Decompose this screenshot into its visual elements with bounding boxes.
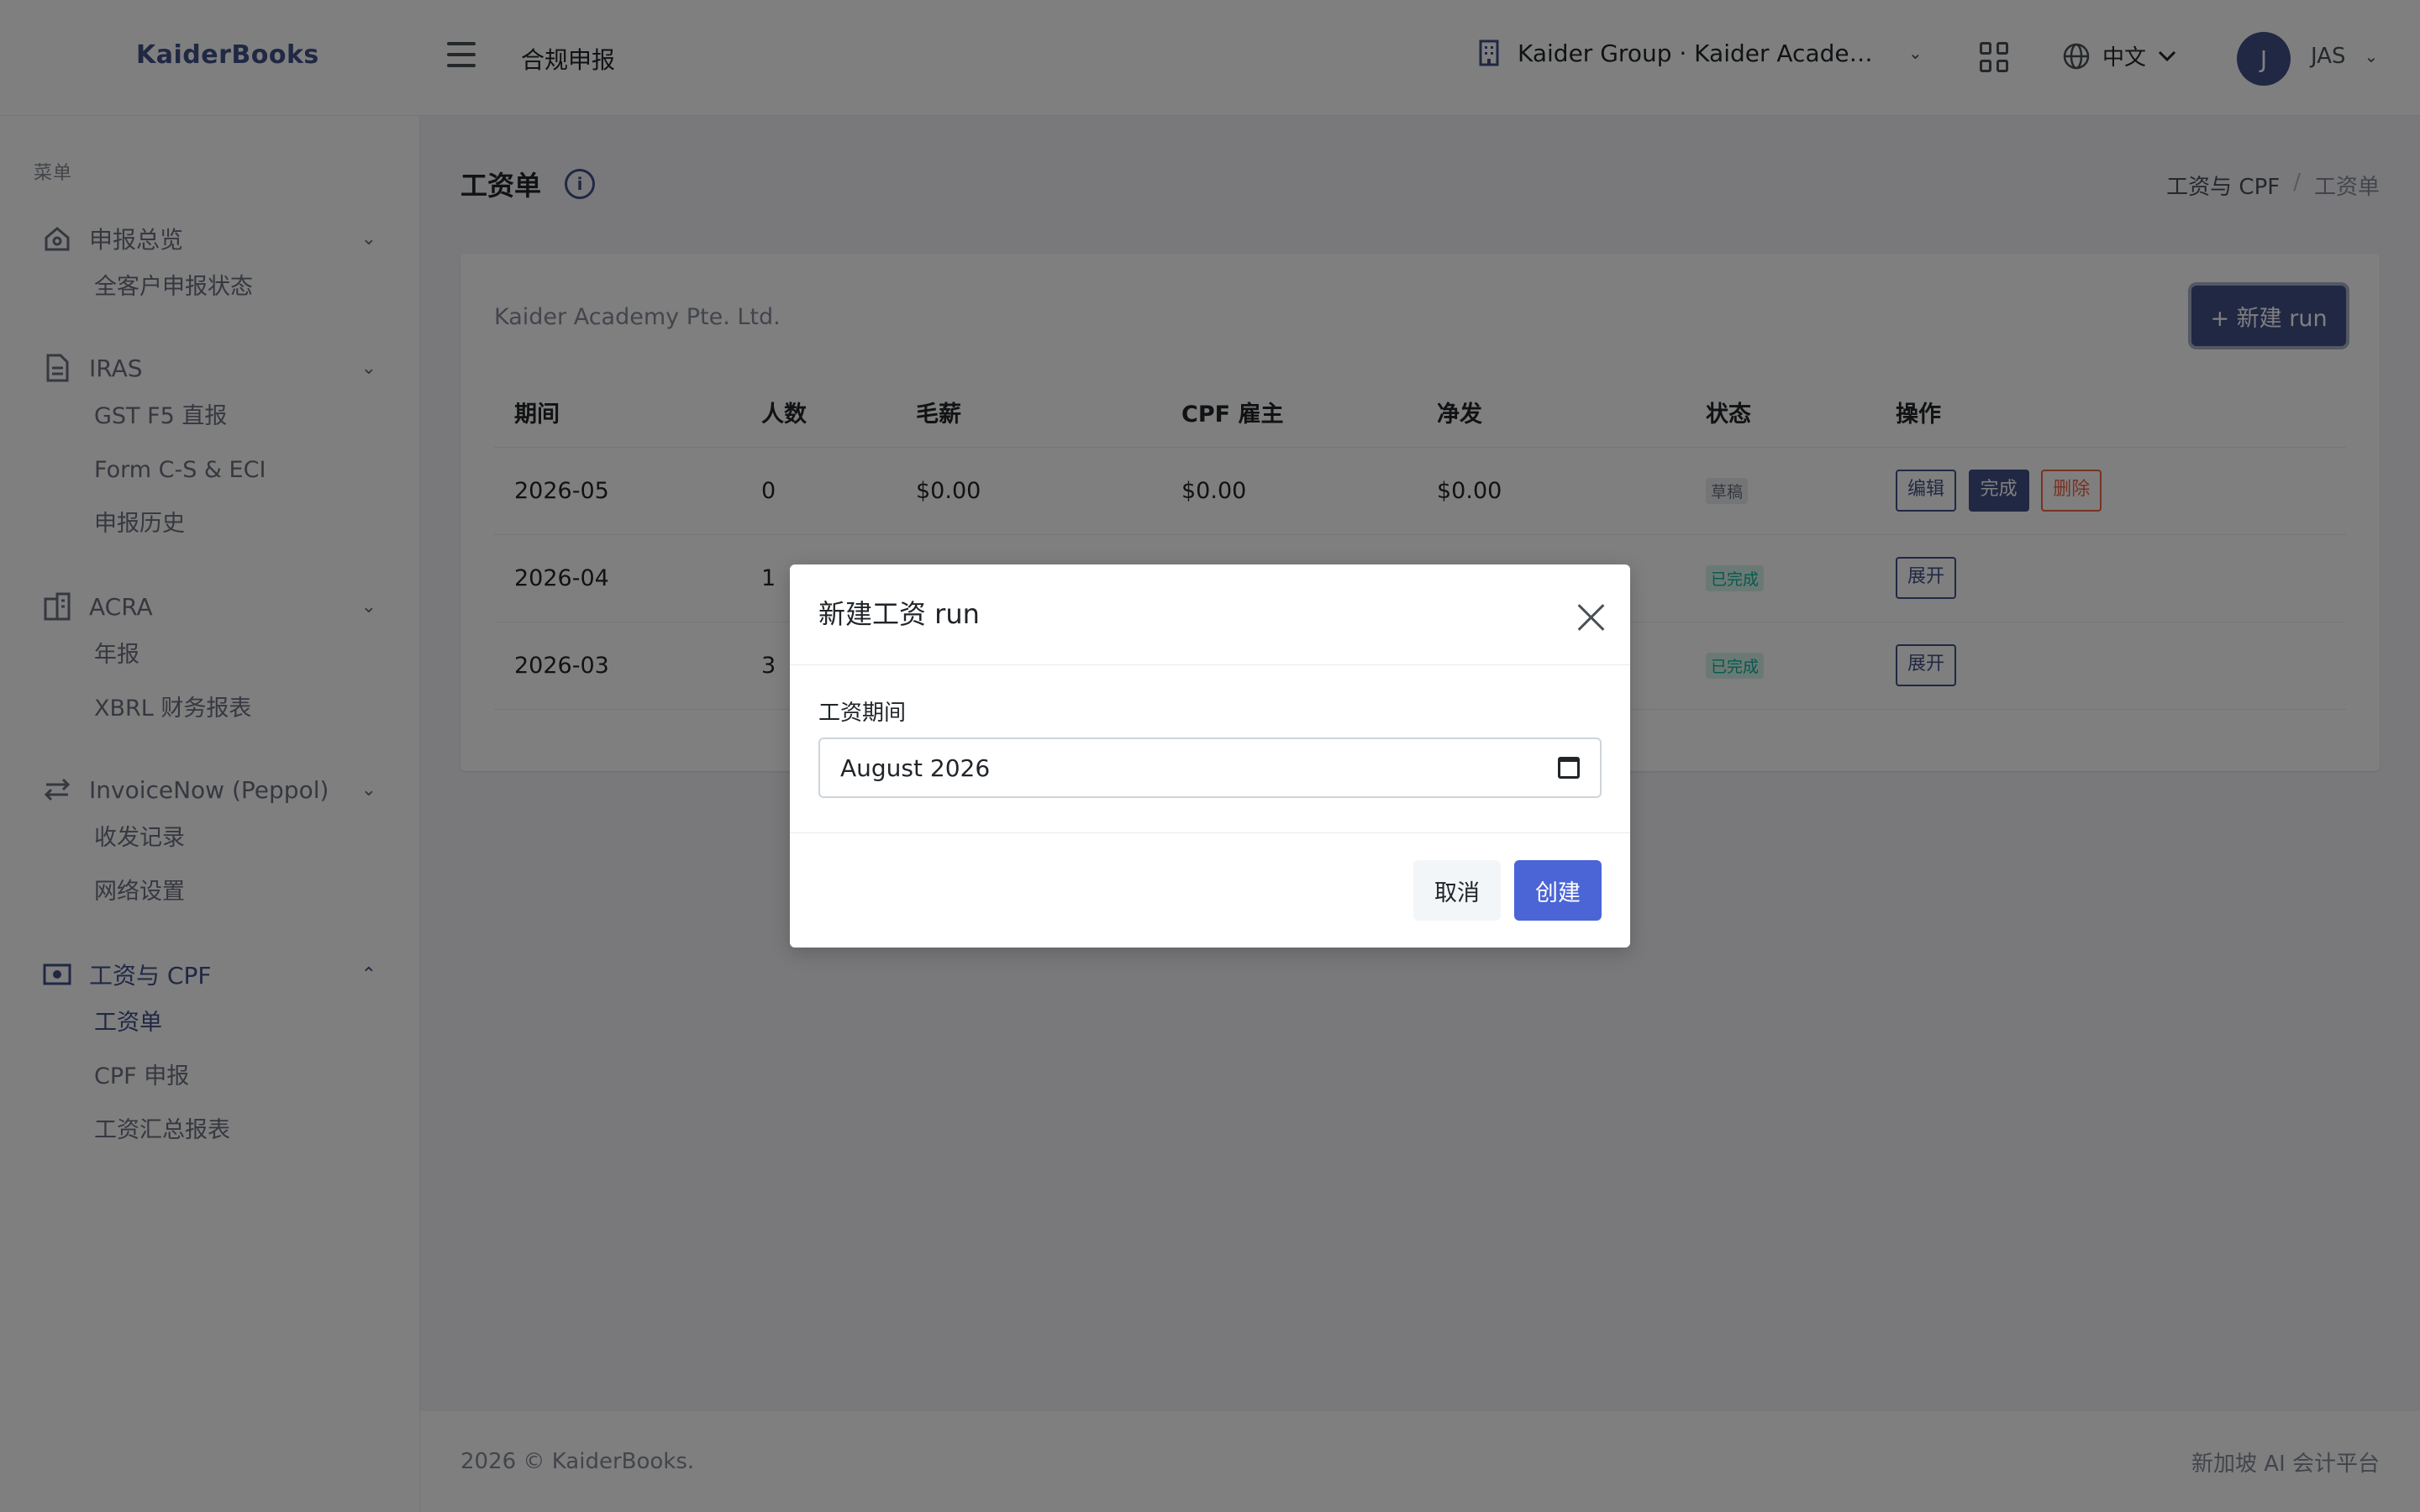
- modal-header: 新建工资 run: [790, 564, 1630, 665]
- create-button[interactable]: 创建: [1514, 860, 1602, 921]
- payroll-period-input[interactable]: August 2026: [818, 738, 1602, 798]
- modal-title: 新建工资 run: [818, 598, 980, 630]
- new-payroll-run-modal: 新建工资 run 工资期间 August 2026 取消 创建: [790, 564, 1630, 948]
- modal-footer: 取消 创建: [790, 833, 1630, 948]
- close-icon[interactable]: [1576, 601, 1607, 632]
- modal-body: 工资期间 August 2026: [790, 665, 1630, 833]
- calendar-icon[interactable]: [1558, 757, 1580, 779]
- payroll-period-label: 工资期间: [818, 701, 907, 726]
- cancel-button[interactable]: 取消: [1413, 860, 1501, 921]
- payroll-period-value: August 2026: [840, 753, 991, 782]
